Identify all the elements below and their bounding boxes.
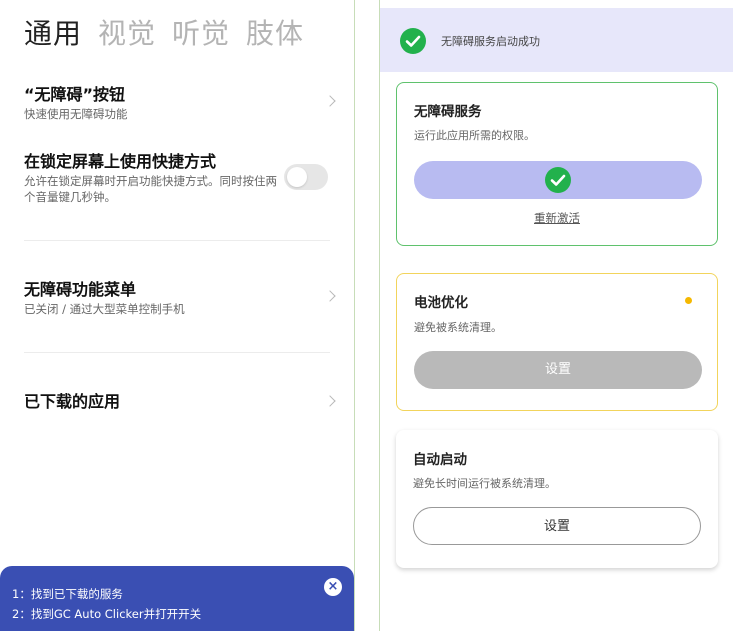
accessibility-button-row[interactable]: “无障碍”按钮 快速使用无障碍功能 <box>24 85 336 122</box>
card-subtitle: 避免被系统清理。 <box>414 321 502 334</box>
divider <box>24 240 330 241</box>
row-title: “无障碍”按钮 <box>24 85 126 104</box>
tip-step-2: 2：找到GC Auto Clicker并打开开关 <box>12 607 202 621</box>
banner-message: 无障碍服务启动成功 <box>441 35 540 48</box>
card-title: 无障碍服务 <box>414 104 482 120</box>
downloaded-apps-row[interactable]: 已下载的应用 <box>24 392 336 412</box>
tab-hearing[interactable]: 听觉 <box>172 14 230 54</box>
tab-physical[interactable]: 肢体 <box>246 14 304 54</box>
service-enabled-button[interactable] <box>414 161 702 199</box>
row-subtitle: 允许在锁定屏幕时开启功能快捷方式。同时按住两个音量键几秒钟。 <box>24 174 277 204</box>
row-title: 在锁定屏幕上使用快捷方式 <box>24 152 217 171</box>
battery-optimization-card: 电池优化 避免被系统清理。 设置 <box>396 273 718 411</box>
tab-general[interactable]: 通用 <box>24 14 82 54</box>
card-title: 自动启动 <box>413 452 467 468</box>
row-subtitle: 快速使用无障碍功能 <box>24 107 128 121</box>
category-tabs: 通用 视觉 听觉 肢体 <box>24 14 304 54</box>
tab-vision[interactable]: 视觉 <box>98 14 156 54</box>
permissions-panel: 无障碍服务启动成功 无障碍服务 运行此应用所需的权限。 重新激活 电池优化 避免… <box>380 0 733 631</box>
auto-start-card: 自动启动 避免长时间运行被系统清理。 设置 <box>396 430 718 568</box>
card-title: 电池优化 <box>414 295 468 311</box>
success-banner: 无障碍服务启动成功 <box>380 8 733 72</box>
divider <box>24 352 330 353</box>
close-icon[interactable]: × <box>324 578 342 596</box>
row-title: 无障碍功能菜单 <box>24 280 137 299</box>
check-circle-icon <box>545 167 571 193</box>
tip-step-1: 1：找到已下载的服务 <box>12 587 123 601</box>
card-subtitle: 避免长时间运行被系统清理。 <box>413 477 556 490</box>
accessibility-service-card: 无障碍服务 运行此应用所需的权限。 重新激活 <box>396 82 718 246</box>
row-title: 已下载的应用 <box>24 392 121 411</box>
battery-settings-button[interactable]: 设置 <box>414 351 702 389</box>
card-subtitle: 运行此应用所需的权限。 <box>414 129 535 142</box>
reactivate-link[interactable]: 重新激活 <box>397 210 717 226</box>
auto-start-settings-button[interactable]: 设置 <box>413 507 701 545</box>
instruction-tip: 1：找到已下载的服务 2：找到GC Auto Clicker并打开开关 × <box>0 566 354 631</box>
settings-panel: 通用 视觉 听觉 肢体 “无障碍”按钮 快速使用无障碍功能 在锁定屏幕上使用快捷… <box>0 0 354 631</box>
lock-screen-shortcut-row[interactable]: 在锁定屏幕上使用快捷方式 允许在锁定屏幕时开启功能快捷方式。同时按住两个音量键几… <box>24 152 280 205</box>
warning-dot-icon <box>685 297 692 304</box>
check-circle-icon <box>400 28 426 54</box>
lock-screen-shortcut-toggle[interactable] <box>284 164 328 190</box>
panel-divider <box>354 0 355 631</box>
toggle-knob <box>287 167 307 187</box>
row-subtitle: 已关闭 / 通过大型菜单控制手机 <box>24 302 185 316</box>
accessibility-menu-row[interactable]: 无障碍功能菜单 已关闭 / 通过大型菜单控制手机 <box>24 280 336 317</box>
